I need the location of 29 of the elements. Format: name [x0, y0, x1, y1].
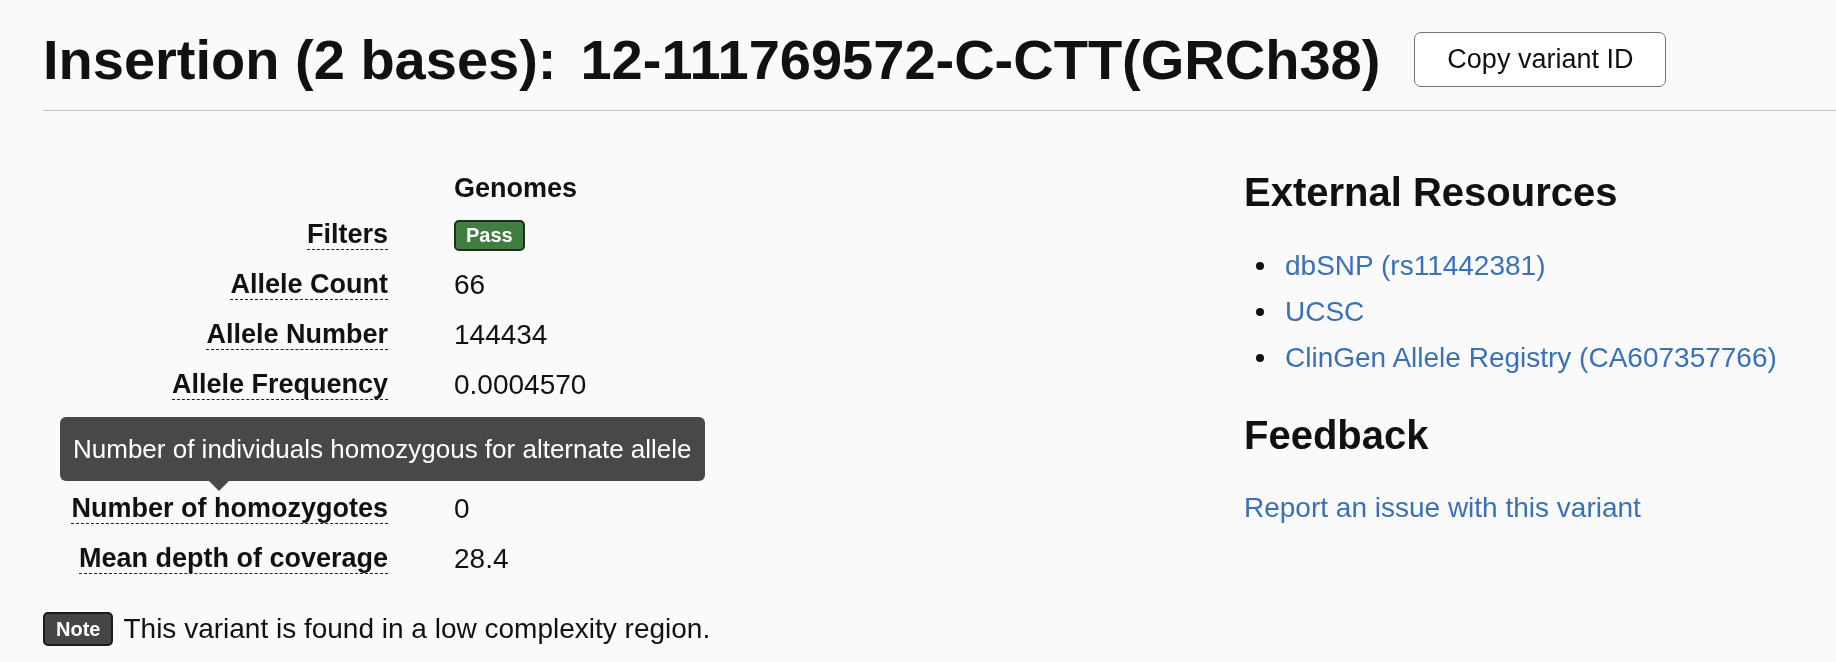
external-link[interactable]: dbSNP (rs11442381) — [1285, 250, 1546, 282]
row-value: 28.4 — [454, 543, 509, 575]
row-label: Filters — [306, 219, 388, 251]
copy-button[interactable]: Copy variant ID — [1414, 32, 1667, 87]
column-header: Genomes — [454, 172, 578, 204]
row-value: 0.0004570 — [454, 369, 587, 401]
bullet-icon — [1256, 262, 1264, 270]
row-label: Allele Number — [206, 319, 388, 351]
external-link[interactable]: UCSC — [1285, 296, 1365, 328]
pass-badge: Pass — [454, 219, 525, 251]
row-label: Mean depth of coverage — [78, 543, 388, 575]
section-heading: External Resources — [1244, 169, 1619, 216]
variant-id-title: 12-111769572-C-CTT(GRCh38) — [580, 27, 1381, 93]
row-value: 144434 — [454, 319, 548, 351]
external-link[interactable]: ClinGen Allele Registry (CA607357766) — [1285, 342, 1777, 374]
row-value: 0 — [454, 493, 470, 525]
row-label: Number of homozygotes — [71, 493, 388, 525]
bullet-icon — [1256, 354, 1264, 362]
tooltip: Number of individuals homozygous for alternate allele — [60, 417, 705, 481]
variant-type-title: Insertion (2 bases): — [43, 27, 557, 93]
row-value: 66 — [454, 269, 486, 301]
tooltip-pointer-icon — [209, 481, 229, 491]
row-label: Allele Count — [230, 269, 388, 301]
note-badge: Note — [43, 612, 114, 646]
note-text: This variant is found in a low complexity region. — [123, 613, 711, 645]
row-label: Allele Frequency — [171, 369, 388, 401]
section-heading: Feedback — [1244, 412, 1430, 459]
bullet-icon — [1256, 308, 1264, 316]
report-issue-link[interactable]: Report an issue with this variant — [1244, 485, 1641, 531]
